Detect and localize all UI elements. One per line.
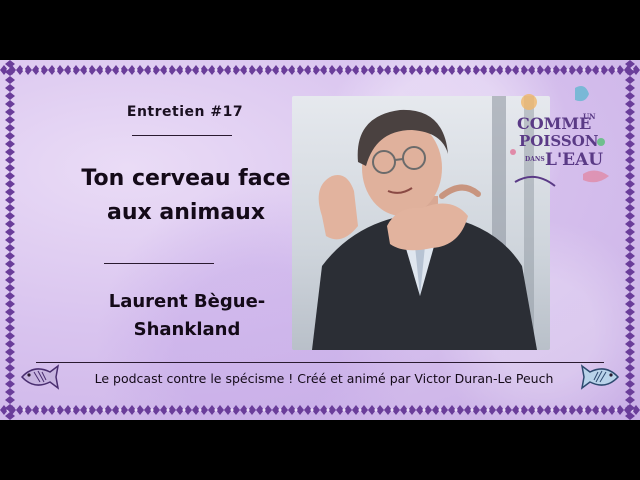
right-border-pattern	[622, 60, 638, 420]
tagline-divider	[36, 362, 604, 363]
title-line-1: Ton cerveau face	[81, 166, 291, 191]
top-border-pattern	[0, 62, 640, 78]
fish-icon-right	[580, 364, 620, 390]
episode-title: Ton cerveau face aux animaux	[36, 162, 336, 230]
logo-word-3: L'EAU	[545, 150, 604, 170]
podcast-logo: COMME UN POISSON DANS L'EAU	[505, 82, 617, 198]
title-divider	[104, 263, 214, 264]
episode-label: Entretien #17	[126, 104, 244, 120]
guest-name: Laurent Bègue- Shankland	[52, 288, 322, 344]
guest-line-2: Shankland	[133, 319, 241, 340]
fish-icon-left	[20, 364, 60, 390]
logo-word-2: POISSON	[519, 132, 599, 150]
title-line-2: aux animaux	[106, 200, 266, 225]
episode-underline	[132, 135, 232, 136]
left-border-pattern	[2, 60, 18, 420]
logo-word-dans: DANS	[525, 156, 545, 163]
guest-line-1: Laurent Bègue-	[108, 291, 266, 312]
logo-word-un: UN	[583, 112, 596, 121]
bottom-border-pattern	[0, 402, 640, 418]
tagline: Le podcast contre le spécisme ! Créé et …	[94, 371, 554, 386]
logo-word-1: COMME	[517, 114, 592, 133]
podcast-cover-card: Entretien #17 Ton cerveau face aux anima…	[0, 60, 640, 420]
